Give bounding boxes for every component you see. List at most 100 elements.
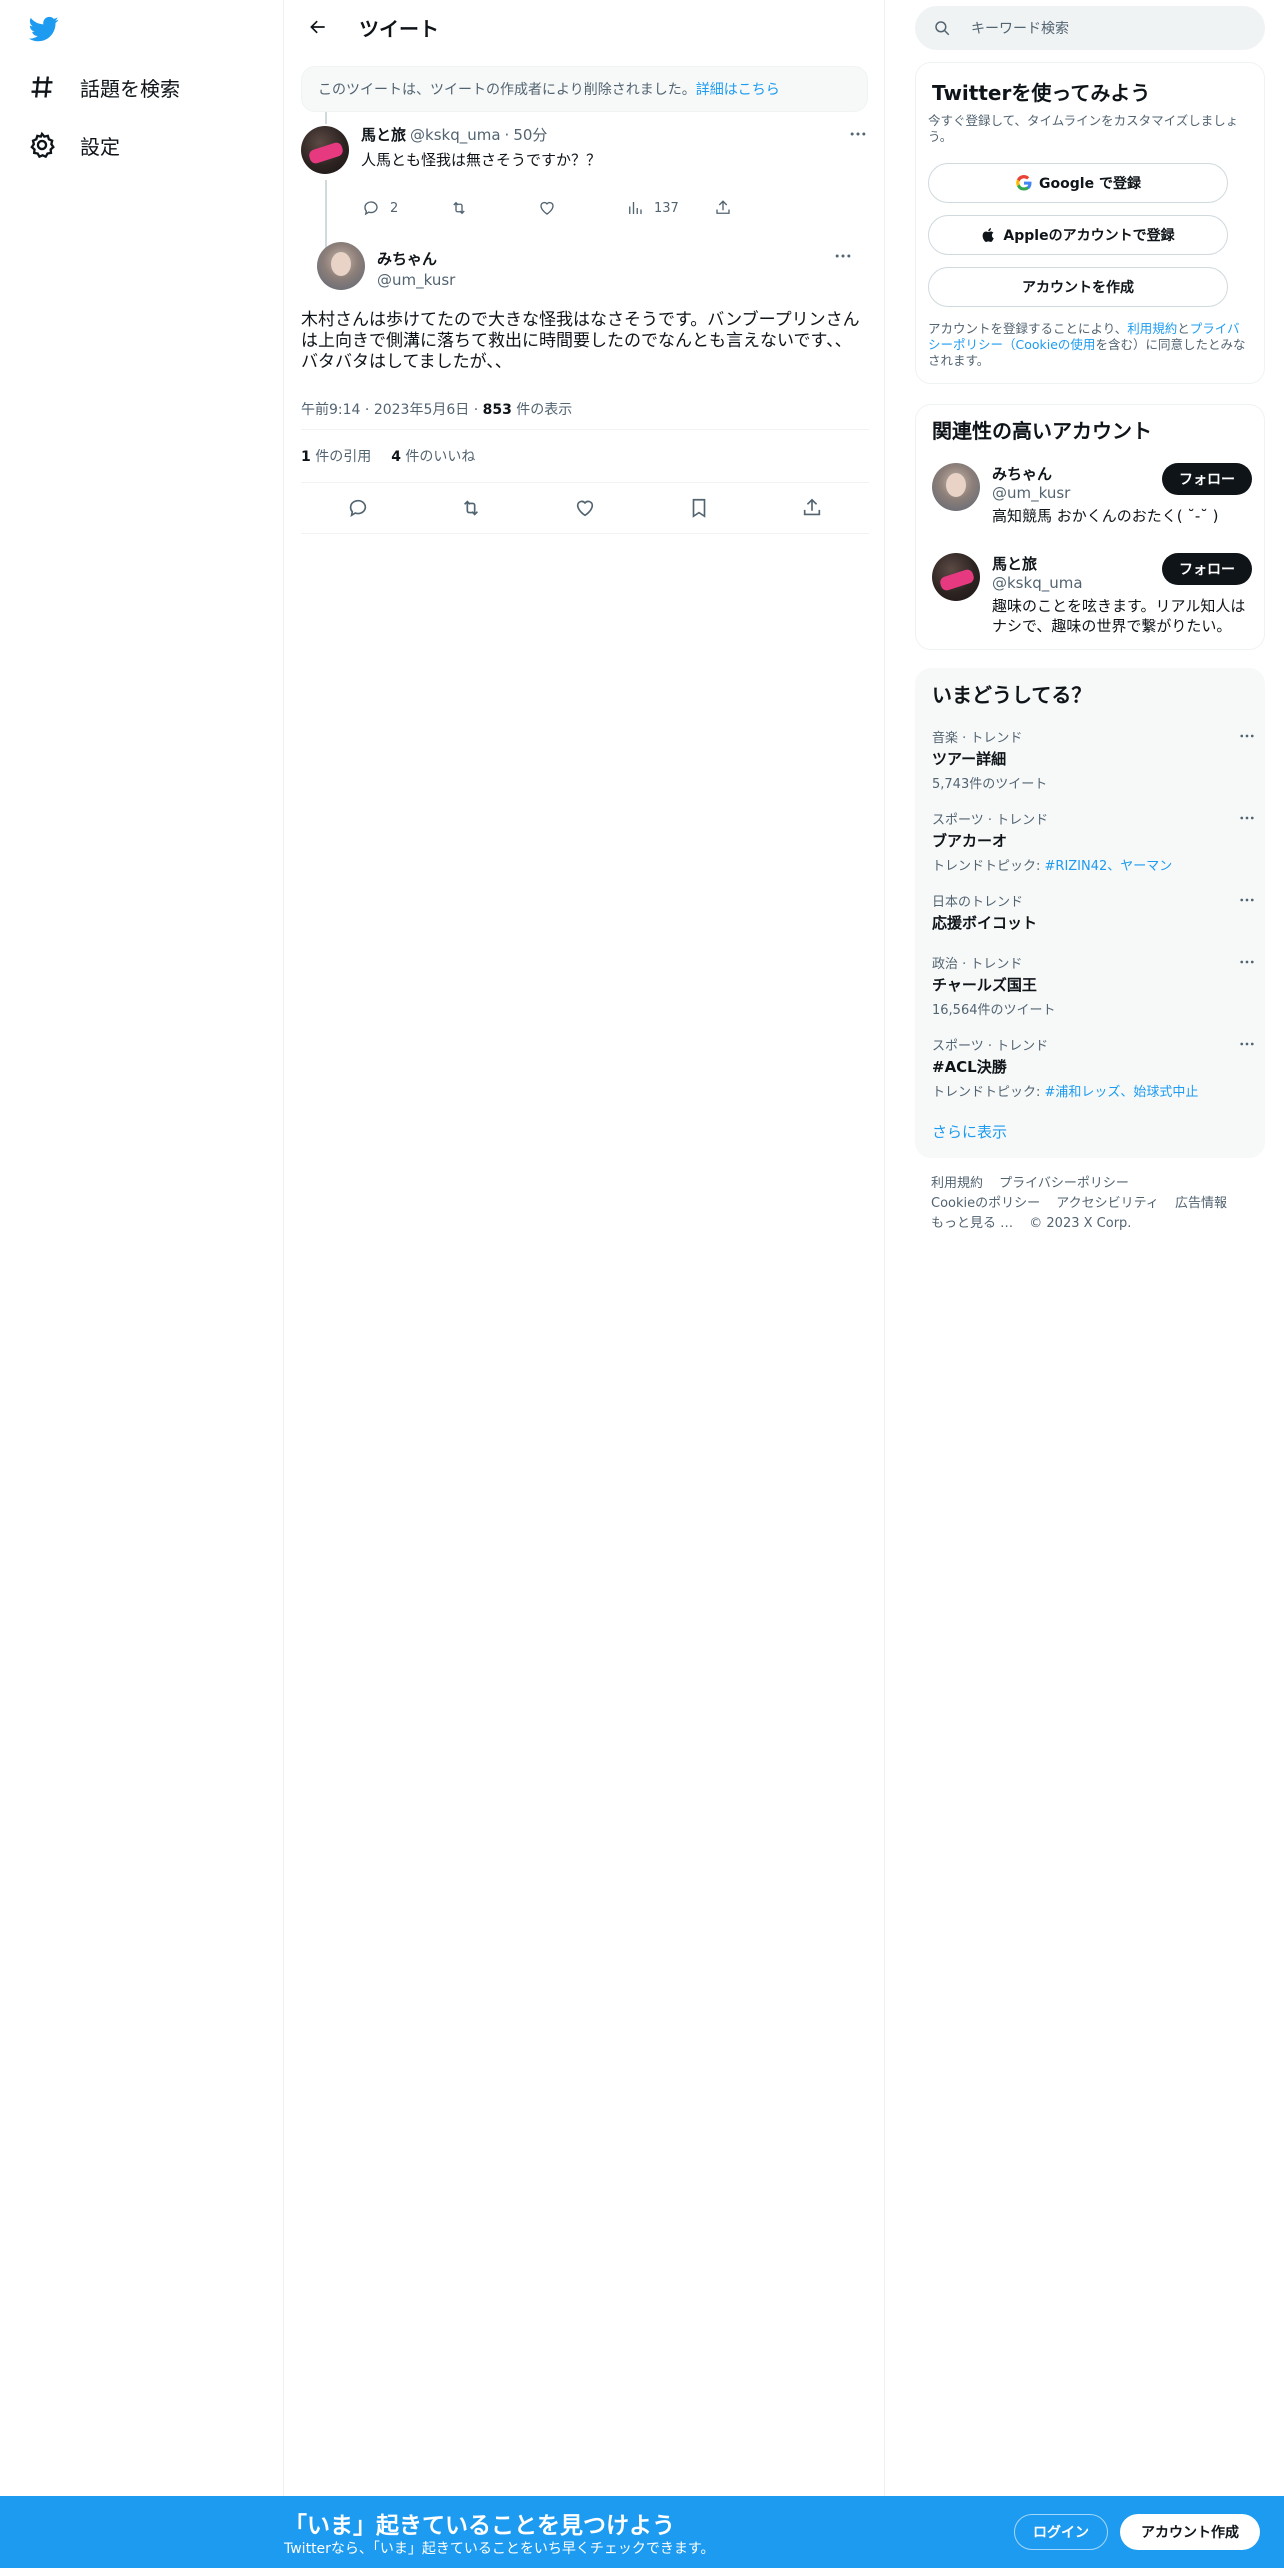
tweet-date[interactable]: 2023年5月6日 [374,402,469,418]
avatar[interactable] [301,126,349,174]
more-icon[interactable] [848,124,868,144]
heart-icon [540,201,554,215]
trend-title: ブアカーオ [932,832,1008,850]
focused-tweet-header: みちゃん @um_kusr [301,242,869,304]
quotes-stat[interactable]: 1 件の引用 [301,446,371,466]
reply-icon[interactable] [347,497,369,519]
views-button[interactable]: 137 [626,198,714,218]
trend-context: 政治 · トレンド [932,957,1023,972]
related-title: 関連性の高いアカウント [932,419,1152,443]
avatar[interactable] [932,463,980,511]
more-icon[interactable] [1238,891,1256,909]
footer-terms-link[interactable]: 利用規約 [931,1176,983,1191]
author-name[interactable]: 馬と旅 [361,124,406,145]
tweet-stats: 1 件の引用 4 件のいいね [301,430,869,482]
arrow-left-icon [310,20,325,34]
trend-count: 5,743件のツイート [932,777,1048,792]
thread-line-top [325,112,327,124]
focused-tweet-actions [301,483,869,533]
footer-links: 利用規約 プライバシーポリシー Cookieのポリシー アクセシビリティ 広告情… [931,1174,1261,1234]
focused-tweet-text: 木村さんは歩けてたので大きな怪我はなさそうです。バンブープリンさんは上向きで側溝… [301,310,860,372]
tweet-time[interactable]: 午前9:14 [301,402,360,418]
create-account-button[interactable]: アカウントを作成 [928,267,1228,307]
avatar[interactable] [317,242,365,290]
search-box[interactable]: キーワード検索 [915,6,1265,50]
avatar[interactable] [932,553,980,601]
bookmark-icon[interactable] [688,497,710,519]
author-handle[interactable]: @kskq_uma [410,126,501,144]
banner-title: 「いま」起きていることを見つけよう [284,2513,675,2539]
footer-accessibility-link[interactable]: アクセシビリティ [1056,1196,1159,1211]
trend-count: 16,564件のツイート [932,1003,1056,1018]
more-icon[interactable] [833,246,853,266]
author-info: みちゃん @um_kusr [377,248,455,289]
apple-signup-button[interactable]: Appleのアカウントで登録 [928,215,1228,255]
trend-context: スポーツ · トレンド [932,813,1049,828]
more-icon[interactable] [1238,727,1256,745]
learn-more-link[interactable]: 詳細はこちら [696,79,780,99]
more-icon[interactable] [1238,809,1256,827]
back-button[interactable] [301,10,335,44]
like-button[interactable] [538,198,626,218]
author-name[interactable]: みちゃん [377,248,455,269]
trend-title: ツアー詳細 [932,750,1007,768]
trend-item[interactable]: 政治 · トレンド チャールズ国王 16,564件のツイート [932,953,1254,1018]
share-button[interactable] [714,198,802,218]
login-button[interactable]: ログイン [1014,2514,1108,2550]
tweet-meta: 午前9:14 · 2023年5月6日 · 853 件の表示 [301,399,869,429]
signup-banner: 「いま」起きていることを見つけよう Twitterなら、「いま」起きていることを… [0,2496,1284,2568]
nav-settings[interactable]: 設定 [28,125,120,165]
retweet-icon[interactable] [460,497,482,519]
signup-title: Twitterを使ってみよう [932,81,1151,105]
twitter-bird-icon[interactable] [27,14,61,44]
footer-privacy-link[interactable]: プライバシーポリシー [999,1176,1129,1191]
trend-item[interactable]: 音楽 · トレンド ツアー詳細 5,743件のツイート [932,727,1254,792]
divider [301,533,869,534]
heart-icon[interactable] [574,497,596,519]
signup-legal: アカウントを登録することにより、利用規約とプライバシーポリシー（Cookieの使… [928,321,1250,369]
quotes-label: 件の引用 [310,449,372,465]
more-icon[interactable] [1238,1035,1256,1053]
trends-card: いまどうしてる？ 音楽 · トレンド ツアー詳細 5,743件のツイート スポー… [915,668,1265,1158]
related-account[interactable]: 馬と旅 @kskq_uma 趣味のことを呟きます。リアル知人はナシで、趣味の世界… [932,553,1252,637]
separator: · [473,402,479,418]
deleted-tweet-notice: このツイートは、ツイートの作成者により削除されました。 詳細はこちら [301,66,868,112]
related-account[interactable]: みちゃん @um_kusr 高知競馬 おかくんのおたく( ˘-˘ ) フォロー [932,463,1252,547]
tweet-body: 馬と旅 @kskq_uma · 50分 人馬とも怪我は無さそうですか？？ [361,124,868,170]
trend-item[interactable]: スポーツ · トレンド ブアカーオ トレンドトピック: #RIZIN42、ヤーマ… [932,809,1254,874]
follow-button[interactable]: フォロー [1162,463,1252,495]
bar-chart-icon [629,202,642,214]
follow-button[interactable]: フォロー [1162,553,1252,585]
reply-button[interactable]: 2 [362,198,450,218]
main-header: ツイート [285,0,884,54]
show-more-link[interactable]: さらに表示 [932,1121,1007,1142]
search-icon [935,21,950,36]
trend-item[interactable]: 日本のトレンド 応援ボイコット [932,891,1254,933]
trend-title: #ACL決勝 [932,1058,1007,1076]
trend-topics-links[interactable]: #浦和レッズ、始球式中止 [1045,1085,1199,1100]
share-icon[interactable] [801,497,823,519]
trend-topics-links[interactable]: #RIZIN42、ヤーマン [1045,859,1173,874]
tweet-time[interactable]: 50分 [513,124,547,145]
account-bio: 高知競馬 おかくんのおたく( ˘-˘ ) [992,507,1219,525]
views-count: 853 [482,402,512,418]
trend-item[interactable]: スポーツ · トレンド #ACL決勝 トレンドトピック: #浦和レッズ、始球式中… [932,1035,1254,1100]
retweet-button[interactable] [450,198,538,218]
footer-more-link[interactable]: もっと見る … [931,1216,1013,1231]
account-bio: 趣味のことを呟きます。リアル知人はナシで、趣味の世界で繋がりたい。 [992,597,1246,635]
parent-tweet-actions: 2 137 [362,198,802,218]
tweet-text: 人馬とも怪我は無さそうですか？？ [361,151,602,169]
search-input[interactable]: キーワード検索 [971,18,1069,38]
google-signup-button[interactable]: Google で登録 [928,163,1228,203]
footer-ads-link[interactable]: 広告情報 [1175,1196,1227,1211]
likes-stat[interactable]: 4 件のいいね [391,446,475,466]
views-count: 137 [654,200,679,216]
footer-cookie-link[interactable]: Cookieのポリシー [931,1196,1040,1211]
author-handle[interactable]: @um_kusr [377,271,455,289]
signup-button[interactable]: アカウント作成 [1120,2514,1260,2550]
views-label: 件の表示 [511,402,573,418]
trend-context: 音楽 · トレンド [932,731,1023,746]
terms-link[interactable]: 利用規約 [1127,321,1177,336]
nav-explore[interactable]: 話題を検索 [28,67,180,107]
more-icon[interactable] [1238,953,1256,971]
